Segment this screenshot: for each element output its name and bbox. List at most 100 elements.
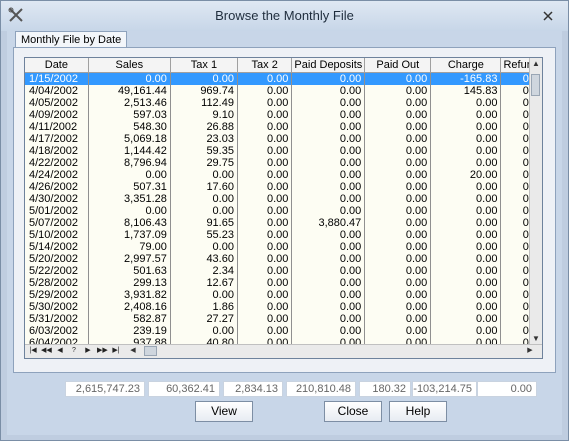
table-cell: 1/15/2002 [25,72,89,85]
table-cell: 0.00 [430,217,502,229]
table-row[interactable]: 4/22/20028,796.9429.750.000.000.000.000.… [25,157,542,169]
table-row[interactable]: 5/07/2002 8,106.43 91.65 0.00 3,880.47 0.00 0.… [25,217,542,229]
table-row[interactable]: 1/15/20020.000.000.000.000.00-165.830.0 [25,72,542,85]
table-cell: 0.00 [430,229,502,241]
table-row[interactable]: 4/18/20021,144.4259.350.000.000.000.000.… [25,145,542,157]
table-cell: 5,069.18 [88,133,171,145]
table-row[interactable]: 5/29/20023,931.820.000.000.000.000.000.0 [25,289,542,301]
last-record-icon[interactable]: ▶| [111,346,121,356]
table-cell: 4/30/2002 [25,193,89,205]
table-cell: 0.00 [430,289,502,301]
table-cell: 6/03/2002 [25,325,89,337]
table-cell: 17.60 [170,181,238,193]
table-cell: 9.10 [170,109,238,121]
table-cell: 0.00 [237,325,293,337]
table-row[interactable]: 5/01/20020.000.000.000.000.000.000.0 [25,205,542,217]
table-header: Date Sales Tax 1 Tax 2 Paid Deposits Paid Out… [25,58,542,73]
monthly-file-grid[interactable]: Date Sales Tax 1 Tax 2 Paid Deposits Paid Out… [24,57,543,359]
table-cell: 0.00 [291,313,366,325]
column-header[interactable]: Paid Out [364,58,432,73]
table-cell: 4/26/2002 [25,181,89,193]
table-cell: 4/22/2002 [25,157,89,169]
close-icon[interactable] [538,8,558,24]
table-cell: 5/10/2002 [25,229,89,241]
first-record-icon[interactable]: |◀ [28,346,38,356]
table-row[interactable]: 4/30/20023,351.280.000.000.000.000.000.0 [25,193,542,205]
table-cell: 0.00 [237,217,293,229]
scroll-up-icon[interactable]: ▲ [530,58,542,70]
table-row[interactable]: 5/31/2002582.8727.270.000.000.000.000.0 [25,313,542,325]
table-cell: 5/01/2002 [25,205,89,217]
horizontal-scroll-thumb[interactable] [144,346,157,356]
table-cell: 0.00 [237,97,293,109]
table-cell: 0.00 [364,241,432,253]
help-button[interactable]: Help [389,401,447,422]
previous-record-icon[interactable]: ◀ [55,346,65,356]
vertical-scroll-thumb[interactable] [531,74,540,96]
table-cell: 0.00 [364,85,432,97]
table-cell: 0.00 [364,72,432,85]
column-header[interactable]: Tax 1 [170,58,238,73]
table-row[interactable]: 4/04/2002 49,161.44 969.74 0.00 0.00 0.00 145.… [25,85,542,97]
table-cell: 43.60 [170,253,238,265]
table-cell: 4/11/2002 [25,121,89,133]
table-cell: 8,106.43 [88,217,171,229]
table-cell: 0.00 [364,109,432,121]
table-cell: 5/20/2002 [25,253,89,265]
table-cell: 4/17/2002 [25,133,89,145]
table-cell: 0.00 [237,181,293,193]
table-row[interactable]: 4/11/2002548.3026.880.000.000.000.000.0 [25,121,542,133]
table-cell: 0.00 [291,169,366,181]
column-header[interactable]: Charge [430,58,502,73]
next-record-icon[interactable]: ▶ [83,346,93,356]
table-cell: 0.00 [430,277,502,289]
table-cell: 23.03 [170,133,238,145]
column-header[interactable]: Sales [88,58,171,73]
table-row[interactable]: 4/24/20020.000.000.000.000.0020.000.0 [25,169,542,181]
table-cell: 0.00 [170,241,238,253]
total-charge: -103,214.75 [412,381,477,397]
close-button[interactable]: Close [324,401,382,422]
previous-page-icon[interactable]: ◀◀ [41,346,52,356]
table-row[interactable]: 5/14/200279.000.000.000.000.000.000.0 [25,241,542,253]
table-cell: 26.88 [170,121,238,133]
table-cell: 0.00 [291,205,366,217]
table-cell: 91.65 [170,217,238,229]
table-cell: 0.00 [237,157,293,169]
scroll-right-icon[interactable]: ▶ [525,346,535,356]
table-cell: 0.00 [237,253,293,265]
table-cell: 0.00 [237,301,293,313]
table-row[interactable]: 4/26/2002507.3117.600.000.000.000.000.0 [25,181,542,193]
table-cell: 0.00 [237,145,293,157]
table-row[interactable]: 6/03/2002239.190.000.000.000.000.000.0 [25,325,542,337]
next-page-icon[interactable]: ▶▶ [97,346,108,356]
table-cell: 5/29/2002 [25,289,89,301]
title-bar: Browse the Monthly File [1,1,568,31]
vertical-scrollbar[interactable]: ▲ ▼ [529,58,542,345]
table-cell: 0.00 [170,289,238,301]
table-cell: 0.00 [291,325,366,337]
table-cell: 507.31 [88,181,171,193]
column-header[interactable]: Tax 2 [237,58,293,73]
table-row[interactable]: 5/22/2002501.632.340.000.000.000.000.0 [25,265,542,277]
table-cell: 548.30 [88,121,171,133]
table-row[interactable]: 4/09/2002597.039.100.000.000.000.000.0 [25,109,542,121]
table-cell: 0.00 [430,241,502,253]
table-row[interactable]: 5/20/20022,997.5743.600.000.000.000.000.… [25,253,542,265]
column-header[interactable]: Paid Deposits [291,58,366,73]
table-row[interactable]: 4/05/20022,513.46112.490.000.000.000.000… [25,97,542,109]
query-icon[interactable]: ? [69,346,79,356]
column-header[interactable]: Date [25,58,89,73]
table-row[interactable]: 5/28/2002299.1312.670.000.000.000.000.0 [25,277,542,289]
table-cell: 3,351.28 [88,193,171,205]
table-row[interactable]: 5/10/20021,737.0955.230.000.000.000.000.… [25,229,542,241]
table-row[interactable]: 5/30/20022,408.161.860.000.000.000.000.0 [25,301,542,313]
view-button[interactable]: View [195,401,253,422]
table-cell: 0.00 [291,241,366,253]
total-tax1: 60,362.41 [148,381,220,397]
scroll-left-icon[interactable]: ◀ [128,346,138,356]
table-row[interactable]: 4/17/20025,069.1823.030.000.000.000.000.… [25,133,542,145]
table-cell: 4/05/2002 [25,97,89,109]
table-cell: 0.00 [237,193,293,205]
table-cell: 0.00 [364,121,432,133]
